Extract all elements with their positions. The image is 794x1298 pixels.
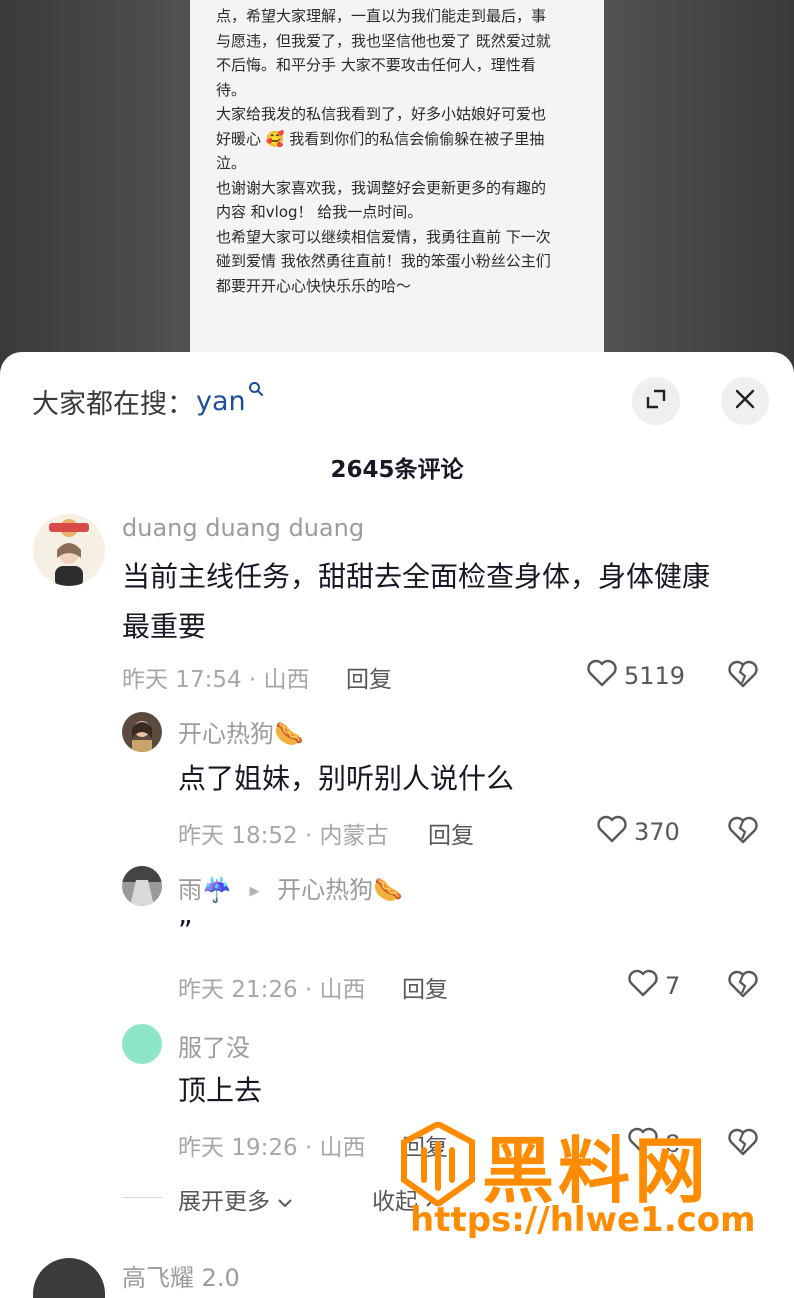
reply-text: 顶上去 [178,1074,263,1107]
comment-username[interactable]: duang duang duang [122,514,364,542]
statement-line: 好暖心 🥰 我看到你们的私信会偷偷躲在被子里抽 [216,129,545,148]
reply-meta: 昨天 18:52 · 内蒙古 [178,823,389,849]
watermark-logo [400,1120,476,1210]
chevron-down-icon [277,1189,293,1215]
dislike-button[interactable] [726,658,760,694]
avatar[interactable] [122,1024,162,1064]
expand-more-button[interactable]: 展开更多 [178,1182,293,1216]
heart-icon [596,814,634,850]
expand-icon [645,388,667,414]
like-count: 5119 [624,662,686,690]
avatar[interactable] [33,1258,105,1298]
statement-line: 内容 和vlog！ 给我一点时间。 [216,203,423,221]
fullscreen-button[interactable] [632,377,680,425]
broken-heart-icon [726,660,760,694]
reply-meta: 昨天 21:26 · 山西 [178,977,366,1003]
like-button[interactable]: 370 [596,814,680,850]
search-suggestion[interactable]: 大家都在搜： yan [32,382,264,421]
search-icon [248,381,264,402]
reply-button[interactable]: 回复 [402,970,448,1004]
video-background[interactable]: 点，希望大家理解，一直以为我们能走到最后，事 与愿违，但我爱了，我也坚信他也爱了… [0,0,794,380]
reply-username-line: 雨☔️ ▶ 开心热狗🌭 [178,870,403,905]
like-count: 370 [634,818,680,846]
statement-line: 碰到爱情 我依然勇往直前！我的笨蛋小粉丝公主们 [216,252,551,270]
broken-heart-icon [726,970,760,1004]
comment-text: 当前主线任务，甜甜去全面检查身体，身体健康 最重要 [122,552,710,652]
reply-username[interactable]: 开心热狗🌭 [178,714,304,749]
statement-line: 点，希望大家理解，一直以为我们能走到最后，事 [216,7,547,25]
divider [122,1197,162,1198]
like-button[interactable]: 5119 [586,658,685,694]
dislike-button[interactable] [726,968,760,1004]
close-icon [734,388,756,414]
comment-text-line: 当前主线任务，甜甜去全面检查身体，身体健康 [122,560,711,593]
comment-count: 2645条评论 [330,457,464,483]
search-suggestion-prefix: 大家都在搜： [32,389,194,420]
search-suggestion-keyword[interactable]: yan [196,386,246,417]
reply-username[interactable]: 服了没 [178,1028,250,1063]
statement-line: 都要开开心心快快乐乐的哈～ [216,276,412,295]
avatar[interactable] [122,866,162,906]
like-count: 7 [665,972,681,1000]
watermark-url: https://hlwe1.com [410,1200,756,1240]
heart-icon [586,658,624,694]
statement-line: 不后悔。和平分手 大家不要攻击任何人，理性看 [216,56,536,74]
like-button[interactable]: 7 [627,968,680,1004]
reply-meta: 昨天 19:26 · 山西 [178,1135,366,1161]
statement-line: 大家给我发的私信我看到了，好多小姑娘好可爱也 [216,105,547,123]
comment-meta: 昨天 17:54 · 山西 [122,667,310,693]
avatar[interactable] [122,712,162,752]
expand-more-label: 展开更多 [178,1189,270,1215]
comment-text-line: 最重要 [122,610,207,643]
statement-line: 待。 [216,80,247,99]
reply-arrow-icon: ▶ [249,884,260,899]
dislike-button[interactable] [726,1126,760,1162]
reply-text: 点了姐妹，别听别人说什么 [178,762,515,795]
statement-line: 也希望大家可以继续相信爱情，我勇往直前 下一次 [216,227,551,246]
statement-line: 与愿违，但我爱了，我也坚信他也爱了 既然爱过就 [216,31,551,50]
broken-heart-icon [726,1128,760,1162]
posted-statement-image: 点，希望大家理解，一直以为我们能走到最后，事 与愿违，但我爱了，我也坚信他也爱了… [190,0,604,370]
close-button[interactable] [721,377,769,425]
avatar[interactable] [33,514,105,586]
broken-heart-icon [726,816,760,850]
reply-username[interactable]: 雨☔️ [178,876,232,904]
statement-line: 也谢谢大家喜欢我，我调整好会更新更多的有趣的 [216,178,547,197]
heart-icon [627,968,665,1004]
statement-line: 泣。 [216,154,247,172]
reply-text: ” [178,914,193,947]
reply-button[interactable]: 回复 [346,660,392,694]
dislike-button[interactable] [726,814,760,850]
reply-button[interactable]: 回复 [428,816,474,850]
reply-to-username[interactable]: 开心热狗🌭 [277,876,403,904]
